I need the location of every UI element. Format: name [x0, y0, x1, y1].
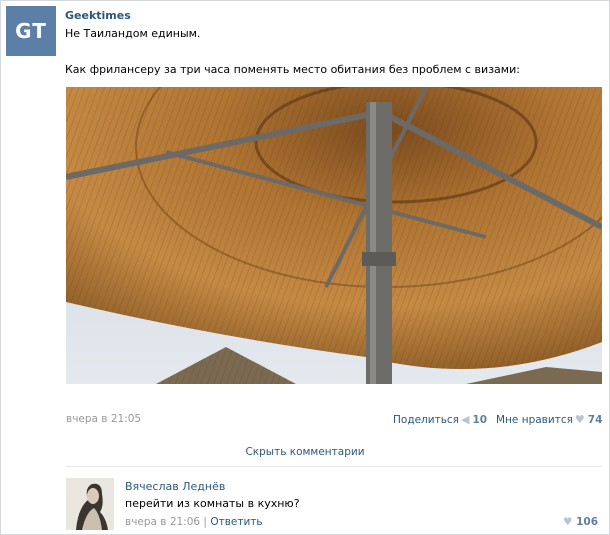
- comment-time[interactable]: вчера в 21:06: [125, 516, 200, 528]
- post-photo[interactable]: [66, 87, 602, 384]
- hide-comments-link[interactable]: Скрыть комментарии: [0, 446, 610, 458]
- comment-meta: вчера в 21:06 | Ответить: [125, 516, 263, 528]
- comment-meta-separator: |: [203, 516, 207, 528]
- group-avatar[interactable]: GT: [6, 6, 56, 56]
- reply-button[interactable]: Ответить: [210, 516, 262, 528]
- like-button[interactable]: Мне нравится ♥ 74: [496, 413, 602, 426]
- umbrella-photo: [66, 87, 602, 384]
- post-text-line2: Как фрилансеру за три часа поменять мест…: [65, 63, 520, 76]
- heart-icon: ♥: [563, 516, 573, 528]
- heart-icon: ♥: [574, 413, 585, 426]
- like-count: 74: [587, 414, 603, 426]
- post-author[interactable]: Geektimes: [65, 9, 131, 22]
- comment-like-button[interactable]: ♥ 106: [563, 516, 598, 528]
- comment-like-count: 106: [576, 516, 598, 528]
- post-text-line1: Не Таиландом единым.: [65, 27, 201, 40]
- megaphone-icon: ◀: [460, 413, 470, 426]
- share-label: Поделиться: [393, 414, 459, 426]
- share-count: 10: [472, 414, 488, 426]
- commenter-name[interactable]: Вячеслав Леднёв: [125, 480, 225, 493]
- commenter-avatar[interactable]: [66, 478, 114, 530]
- comments-divider: [66, 466, 602, 467]
- comment-text: перейти из комнаты в кухню?: [125, 497, 300, 510]
- like-label: Мне нравится: [496, 414, 573, 426]
- share-button[interactable]: Поделиться ◀ 10: [393, 413, 487, 426]
- post-time[interactable]: вчера в 21:05: [66, 413, 141, 425]
